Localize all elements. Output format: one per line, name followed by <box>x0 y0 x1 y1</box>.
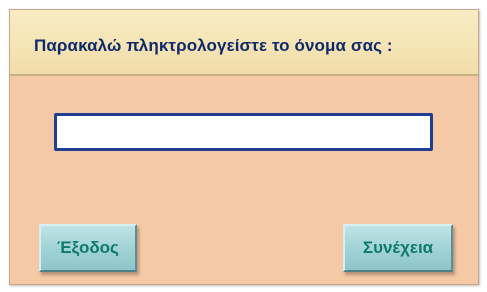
dialog-header: Παρακαλώ πληκτρολογείστε το όνομα σας : <box>10 10 478 76</box>
name-entry-dialog: Παρακαλώ πληκτρολογείστε το όνομα σας : … <box>9 9 479 285</box>
exit-button[interactable]: Έξοδος <box>39 224 137 272</box>
prompt-label: Παρακαλώ πληκτρολογείστε το όνομα σας : <box>34 36 393 55</box>
name-input[interactable] <box>54 113 433 151</box>
continue-button[interactable]: Συνέχεια <box>343 224 453 272</box>
